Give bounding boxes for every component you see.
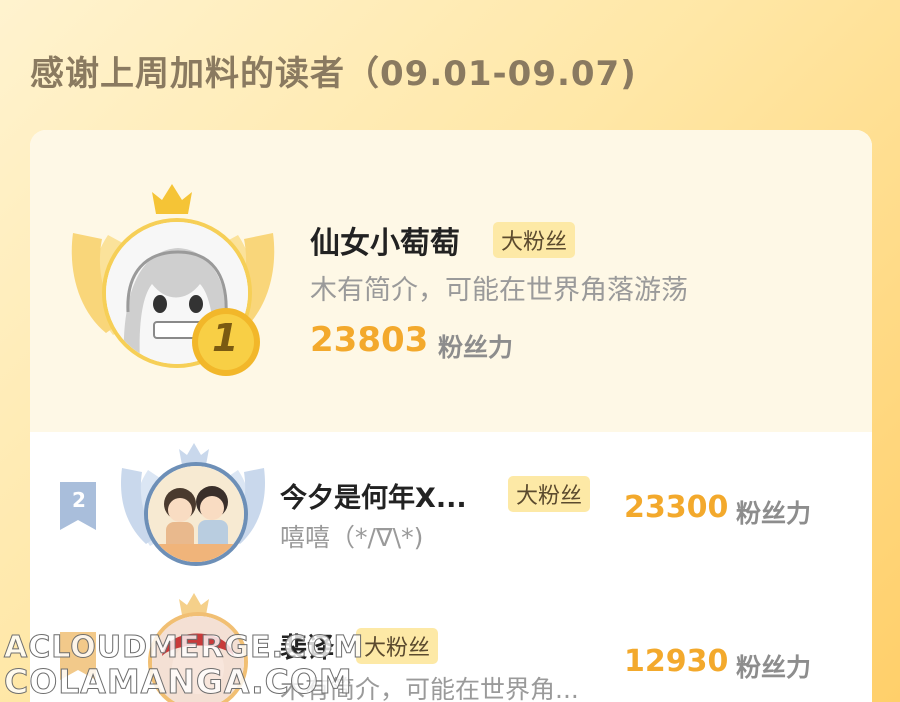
reader-ranking-card: 1 仙女小萄萄 大粉丝 木有简介，可能在世界角落游荡 23803 粉丝力 2 今… [30,130,872,702]
fan-level-badge: 大粉丝 [493,222,576,258]
watermark-line-1: ACLOUDMERGE.COM [3,630,365,666]
rank-2-entry[interactable]: 2 今夕是何年X... 大粉丝 嘻嘻（*/∇\*) 23300 粉丝力 [30,432,872,582]
fan-power-score: 12930 [624,644,729,679]
fan-power-label: 粉丝力 [736,653,812,682]
rank-1-number: 1 [212,316,239,360]
fan-power-label: 粉丝力 [438,333,514,362]
page-title: 感谢上周加料的读者（09.01-09.07) [30,54,637,94]
fan-power-score: 23300 [624,490,729,525]
reader-name[interactable]: 今夕是何年X... [280,476,467,515]
watermark-line-2: COLAMANGA.COM [4,662,353,702]
avatar[interactable] [144,462,248,566]
fan-level-badge: 大粉丝 [356,628,439,664]
reader-bio: 木有简介，可能在世界角落游荡 [310,275,688,306]
rank-1-entry[interactable]: 1 仙女小萄萄 大粉丝 木有简介，可能在世界角落游荡 23803 粉丝力 [30,130,872,432]
crown-icon [152,184,192,214]
fan-power-score: 23803 [310,320,429,360]
fan-level-badge: 大粉丝 [508,476,591,512]
reader-bio: 嘻嘻（*/∇\*) [280,523,424,552]
reader-name[interactable]: 仙女小萄萄 [310,218,460,262]
fan-power-label: 粉丝力 [736,499,812,528]
rank-2-number: 2 [72,488,86,512]
